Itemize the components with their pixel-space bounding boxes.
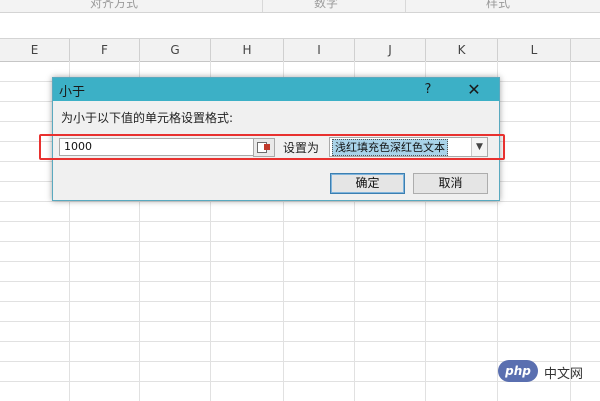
site-watermark: php 中文网 <box>498 360 598 382</box>
grid-line <box>0 341 600 342</box>
column-header-h[interactable]: H <box>211 39 284 61</box>
help-button[interactable]: ? <box>415 78 441 101</box>
grid-line <box>0 281 600 282</box>
dialog-title: 小于 <box>59 85 86 100</box>
collapse-arrow-icon <box>264 144 270 150</box>
chevron-down-icon[interactable]: ▼ <box>471 138 487 156</box>
column-header-k[interactable]: K <box>426 39 498 61</box>
dialog-titlebar[interactable]: 小于 ? ✕ <box>53 78 499 101</box>
column-header-j[interactable]: J <box>355 39 426 61</box>
grid-line <box>0 321 600 322</box>
format-style-select[interactable]: 浅红填充色深红色文本 ▼ <box>329 137 488 157</box>
ribbon-group-number: 数字 <box>314 0 339 10</box>
grid-line <box>0 201 600 202</box>
grid-line <box>0 261 600 262</box>
grid-line <box>0 241 600 242</box>
ribbon-separator <box>405 0 406 12</box>
column-header-f[interactable]: F <box>70 39 140 61</box>
set-as-label: 设置为 <box>283 141 320 155</box>
ribbon-group-alignment: 对齐方式 <box>90 0 139 10</box>
close-button[interactable]: ✕ <box>459 78 489 101</box>
less-than-dialog: 小于 ? ✕ 为小于以下值的单元格设置格式: 设置为 浅红填充色深红色文本 ▼ … <box>39 77 505 201</box>
column-header-e[interactable]: E <box>0 39 70 61</box>
php-logo: php <box>498 360 538 382</box>
range-select-button[interactable] <box>253 138 275 157</box>
threshold-value-input[interactable] <box>59 138 258 156</box>
format-selected-value: 浅红填充色深红色文本 <box>332 139 448 156</box>
ribbon-separator <box>262 0 263 12</box>
grid-line <box>0 221 600 222</box>
formula-bar-area <box>0 13 600 38</box>
watermark-site-text: 中文网 <box>544 367 584 382</box>
column-header-row: E F G H I J K L <box>0 38 600 62</box>
ribbon-group-labels: 对齐方式 数字 样式 <box>0 0 600 13</box>
ok-button[interactable]: 确定 <box>330 173 405 194</box>
cancel-button[interactable]: 取消 <box>413 173 488 194</box>
dialog-prompt: 为小于以下值的单元格设置格式: <box>61 111 234 125</box>
column-header-g[interactable]: G <box>140 39 211 61</box>
grid-line <box>0 301 600 302</box>
grid-line <box>570 61 571 401</box>
column-header-l[interactable]: L <box>498 39 571 61</box>
column-header-i[interactable]: I <box>284 39 355 61</box>
ribbon-group-styles: 样式 <box>486 0 511 10</box>
